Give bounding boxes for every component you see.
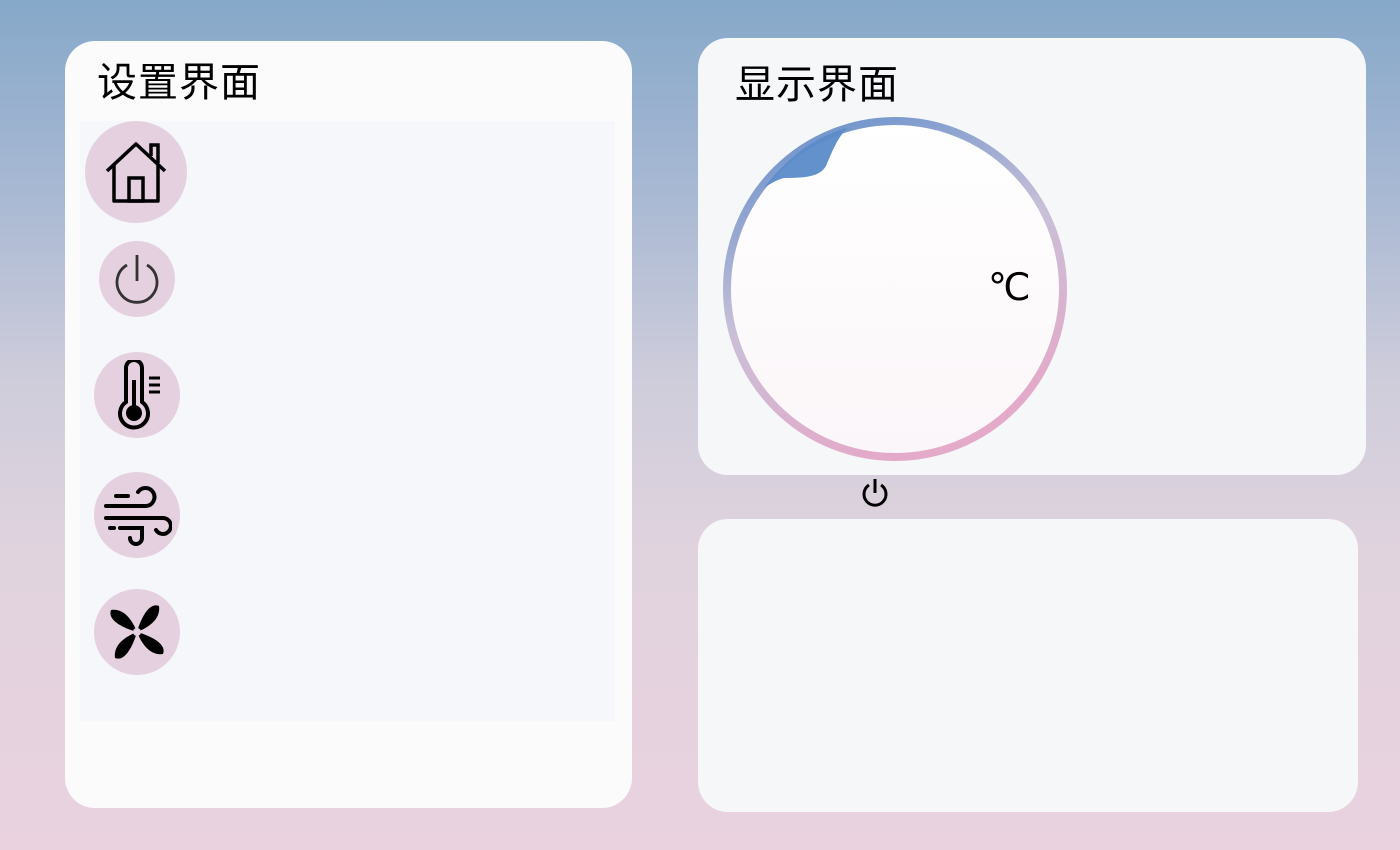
dial-power-button[interactable] [859,477,891,509]
info-panel [698,519,1358,812]
power-icon [115,255,159,304]
temperature-unit-label: ℃ [988,265,1031,309]
power-button[interactable] [99,241,175,317]
home-icon [105,142,167,203]
wind-icon [104,486,172,546]
thermometer-icon [118,360,160,430]
display-panel-title: 显示界面 [735,62,899,108]
fan-button[interactable] [94,589,180,675]
wind-button[interactable] [94,472,180,558]
temperature-dial[interactable]: ℃ [720,114,1070,507]
temperature-button[interactable] [94,352,180,438]
settings-panel-title: 设置界面 [97,60,261,106]
fan-icon [110,605,164,659]
home-button[interactable] [85,121,187,223]
display-panel: 显示界面 ℃ [698,38,1366,507]
power-icon [862,479,888,507]
settings-panel: 设置界面 [65,41,632,808]
